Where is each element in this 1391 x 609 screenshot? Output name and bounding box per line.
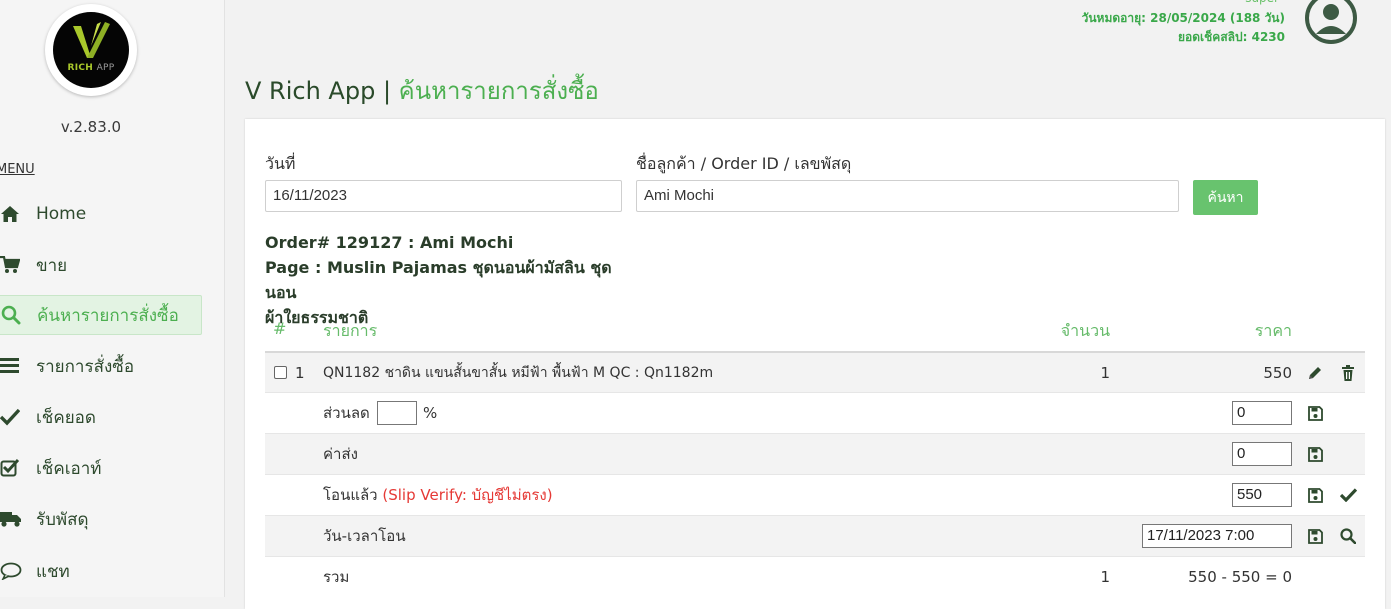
save-icon[interactable] bbox=[1306, 404, 1324, 422]
sidebar-item-label: รายการสั่งซื้อ bbox=[36, 356, 135, 377]
menu-title: MENU bbox=[0, 162, 35, 177]
slip-balance-text: ยอดเช็คสลิป: 4230 bbox=[1178, 30, 1285, 44]
save-icon[interactable] bbox=[1306, 445, 1324, 463]
col-header-item: รายการ bbox=[323, 321, 378, 340]
discount-label: ส่วนลด bbox=[323, 404, 370, 422]
item-qty: 1 bbox=[1100, 364, 1110, 382]
user-avatar[interactable] bbox=[1302, 0, 1360, 44]
sidebar-item-label: ค้นหารายการสั่งซื้อ bbox=[37, 305, 179, 326]
shipping-label: ค่าส่ง bbox=[323, 445, 358, 463]
sidebar-item-label: รับพัสดุ bbox=[36, 509, 89, 530]
percent-sign: % bbox=[423, 404, 438, 422]
col-header-price: ราคา bbox=[1254, 321, 1292, 340]
check-icon[interactable] bbox=[1339, 486, 1357, 504]
account-status: super วันหมดอายุ: 28/05/2024 (188 วัน) ย… bbox=[1082, 0, 1285, 47]
v-logo-icon bbox=[73, 22, 110, 58]
item-name: QN1182 ชาดิน แขนสั้นขาสั้น หมีฟ้า พื้นฟ้… bbox=[323, 365, 714, 381]
app-logo[interactable]: RICH APP bbox=[45, 4, 137, 96]
slip-verify-warning: (Slip Verify: บัญชีไม่ตรง) bbox=[382, 486, 553, 504]
sidebar-item-check-balance[interactable]: เช็คยอด bbox=[0, 397, 202, 437]
item-checkbox[interactable] bbox=[274, 366, 287, 379]
sidebar-item-label: แชท bbox=[36, 561, 70, 582]
checkbox-icon bbox=[0, 458, 26, 478]
logo-badge: RICH APP bbox=[53, 12, 129, 88]
save-icon[interactable] bbox=[1306, 486, 1324, 504]
list-icon bbox=[0, 356, 26, 376]
search-icon bbox=[1, 305, 27, 325]
search-icon[interactable] bbox=[1339, 527, 1357, 545]
sidebar-item-chat[interactable]: แชท bbox=[0, 551, 202, 591]
sidebar-item-label: เช็คเอาท์ bbox=[36, 458, 102, 479]
sidebar: RICH APP v.2.83.0 MENU Home ขาย ค้นหาราย… bbox=[0, 0, 225, 597]
home-icon bbox=[0, 204, 26, 224]
order-heading: Order# 129127 : Ami Mochi Page : Muslin … bbox=[265, 230, 625, 330]
shipping-input[interactable]: 0 bbox=[1232, 442, 1292, 466]
discount-row: ส่วนลด % 0 bbox=[265, 392, 1365, 433]
order-id-line: Order# 129127 : Ami Mochi bbox=[265, 233, 514, 252]
shipping-row: ค่าส่ง 0 bbox=[265, 433, 1365, 474]
discount-amount-input[interactable]: 0 bbox=[1232, 401, 1292, 425]
sidebar-item-home[interactable]: Home bbox=[0, 194, 202, 234]
transfer-time-row: วัน-เวลาโอน 17/11/2023 7:00 bbox=[265, 515, 1365, 556]
sidebar-item-receive-parcel[interactable]: รับพัสดุ bbox=[0, 499, 202, 539]
transferred-label-group: โอนแล้ว (Slip Verify: บัญชีไม่ตรง) bbox=[323, 475, 553, 515]
date-input[interactable]: 16/11/2023 bbox=[265, 180, 622, 212]
query-label: ชื่อลูกค้า / Order ID / เลขพัสดุ bbox=[636, 154, 852, 173]
trash-icon[interactable] bbox=[1339, 364, 1357, 382]
order-page-line-2: ผ้าใยธรรมชาติ bbox=[265, 308, 369, 327]
sidebar-item-sell[interactable]: ขาย bbox=[0, 245, 202, 285]
item-num: 1 bbox=[295, 364, 305, 382]
sidebar-item-label: ขาย bbox=[36, 255, 68, 276]
table-row: 1 QN1182 ชาดิน แขนสั้นขาสั้น หมีฟ้า พื้น… bbox=[265, 351, 1365, 392]
order-page-line: Page : Muslin Pajamas ชุดนอนผ้ามัสลิน ชุ… bbox=[265, 258, 612, 302]
cart-icon bbox=[0, 255, 26, 275]
col-header-num: # bbox=[273, 319, 287, 338]
transferred-label: โอนแล้ว bbox=[323, 486, 378, 504]
transfer-time-input[interactable]: 17/11/2023 7:00 bbox=[1142, 524, 1292, 548]
transfer-time-label: วัน-เวลาโอน bbox=[323, 527, 406, 545]
sidebar-item-orders[interactable]: รายการสั่งซื้อ bbox=[0, 346, 202, 386]
truck-icon bbox=[0, 509, 26, 529]
total-qty: 1 bbox=[1100, 568, 1110, 586]
item-price: 550 bbox=[1263, 364, 1292, 382]
col-header-qty: จำนวน bbox=[1060, 321, 1110, 340]
expiry-text: วันหมดอายุ: 28/05/2024 (188 วัน) bbox=[1081, 11, 1285, 25]
search-panel: วันที่ 16/11/2023 ชื่อลูกค้า / Order ID … bbox=[245, 119, 1385, 609]
page-title-prefix: V Rich App | bbox=[245, 77, 399, 105]
transferred-row: โอนแล้ว (Slip Verify: บัญชีไม่ตรง) 550 bbox=[265, 474, 1365, 515]
sidebar-item-checkout[interactable]: เช็คเอาท์ bbox=[0, 448, 202, 488]
app-version: v.2.83.0 bbox=[60, 118, 122, 136]
user-role: super bbox=[1245, 0, 1279, 8]
search-input[interactable]: Ami Mochi bbox=[636, 180, 1179, 212]
edit-icon[interactable] bbox=[1306, 364, 1324, 382]
search-button[interactable]: ค้นหา bbox=[1193, 180, 1258, 215]
page-title-highlight: ค้นหารายการสั่งซื้อ bbox=[398, 77, 599, 105]
total-value: 550 - 550 = 0 bbox=[1188, 568, 1292, 586]
sidebar-item-search-orders[interactable]: ค้นหารายการสั่งซื้อ bbox=[0, 295, 202, 335]
page-title: V Rich App | ค้นหารายการสั่งซื้อ bbox=[245, 71, 599, 110]
date-label: วันที่ bbox=[265, 154, 296, 173]
logo-text: RICH APP bbox=[67, 63, 115, 73]
sidebar-item-label: เช็คยอด bbox=[36, 407, 96, 428]
check-icon bbox=[0, 407, 26, 427]
user-avatar-icon bbox=[1305, 0, 1357, 44]
save-icon[interactable] bbox=[1306, 527, 1324, 545]
total-label: รวม bbox=[323, 568, 350, 586]
sidebar-item-label: Home bbox=[36, 204, 87, 224]
chat-icon bbox=[0, 561, 26, 581]
discount-percent-input[interactable] bbox=[377, 401, 417, 425]
transferred-input[interactable]: 550 bbox=[1232, 483, 1292, 507]
total-row: รวม 1 550 - 550 = 0 bbox=[265, 556, 1365, 597]
